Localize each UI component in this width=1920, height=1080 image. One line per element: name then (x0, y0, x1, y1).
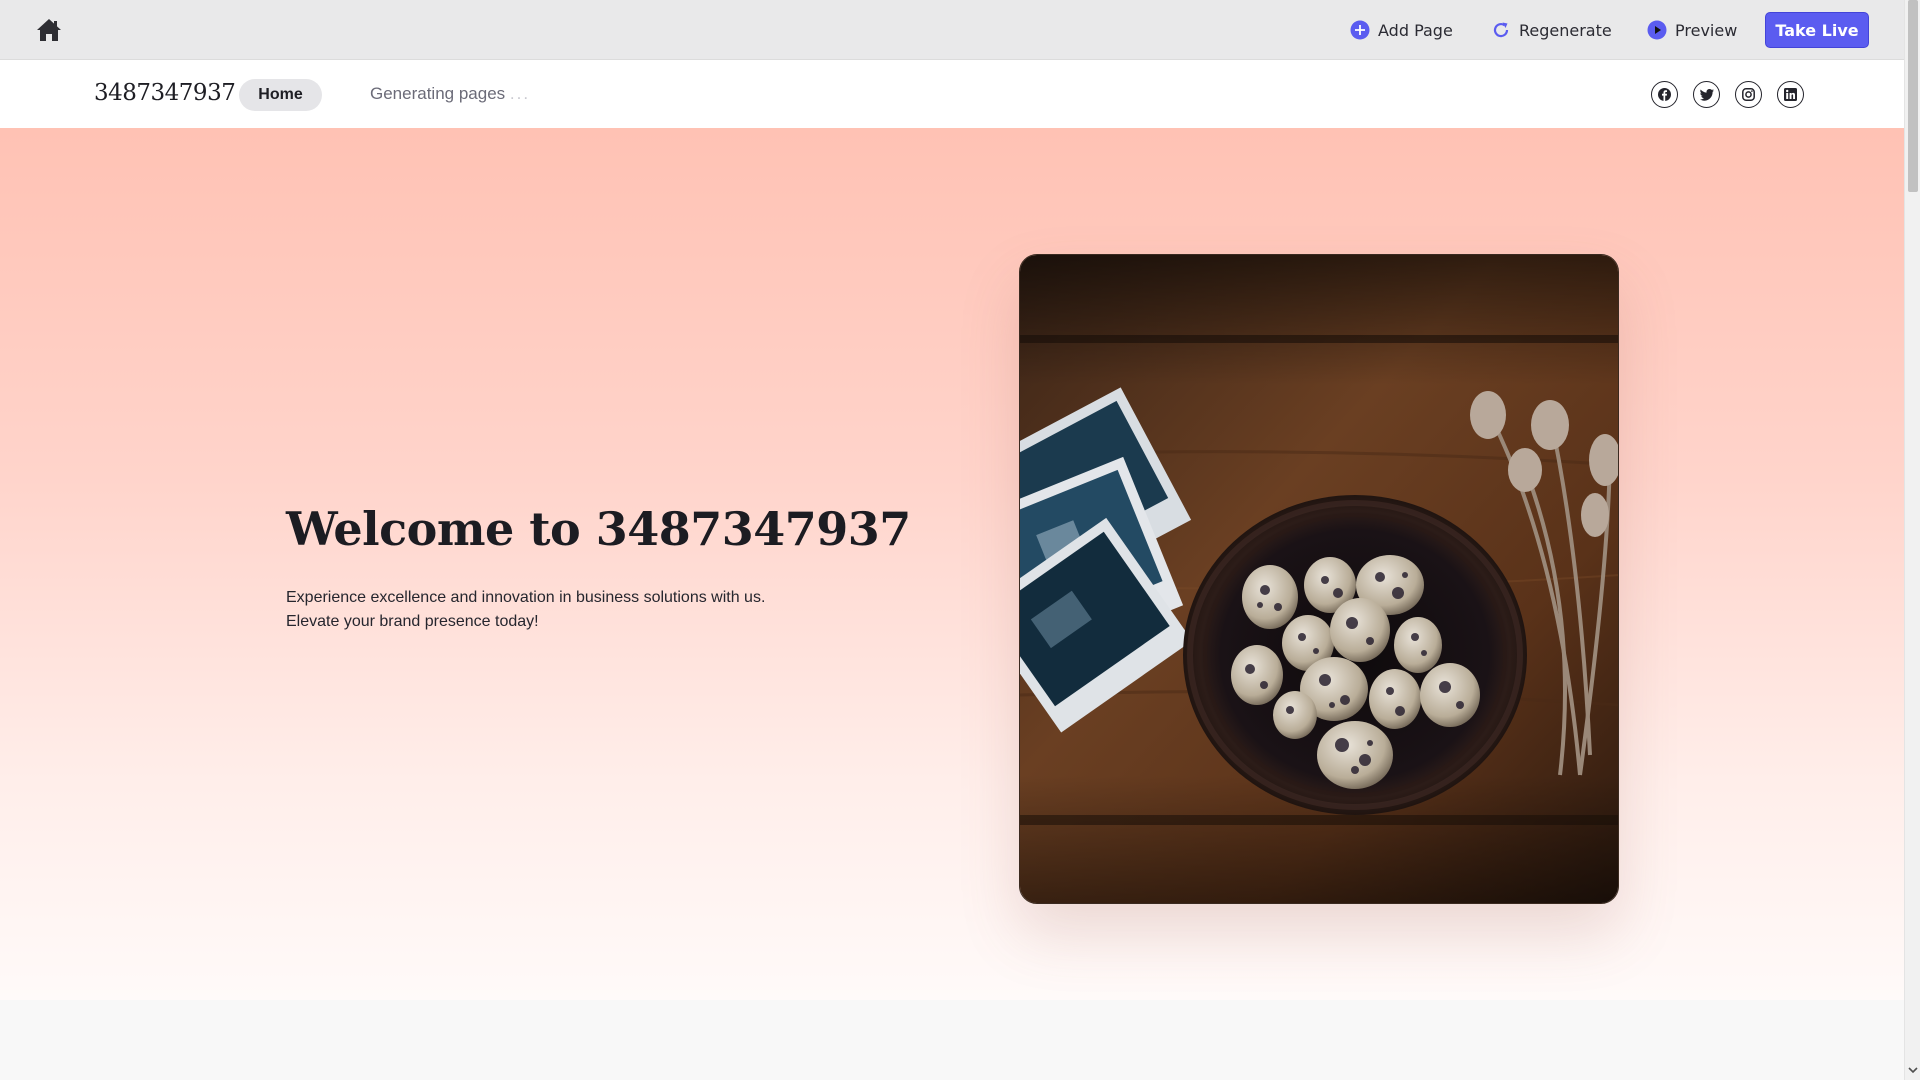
linkedin-icon[interactable] (1777, 81, 1804, 108)
add-page-button[interactable]: Add Page (1350, 18, 1453, 42)
hero-description: Experience excellence and innovation in … (286, 589, 766, 630)
photo-quail-eggs-nest-icon (1020, 255, 1618, 903)
hero-image[interactable] (1019, 254, 1619, 904)
generating-pages-status: Generating pages ... (370, 84, 530, 104)
preview-label: Preview (1675, 20, 1738, 40)
nav-home-link[interactable]: Home (239, 79, 322, 111)
content-section (0, 1000, 1904, 1080)
refresh-icon (1491, 20, 1511, 40)
site-navbar: 3487347937 Home Generating pages ... (0, 60, 1904, 128)
editor-toolbar: Add Page Regenerate Preview Take Live (0, 0, 1904, 60)
preview-button[interactable]: Preview (1647, 18, 1737, 42)
twitter-icon[interactable] (1693, 81, 1720, 108)
add-page-label: Add Page (1378, 20, 1453, 40)
generating-pages-label: Generating pages (370, 84, 506, 103)
regenerate-label: Regenerate (1519, 20, 1612, 40)
facebook-icon[interactable] (1651, 81, 1678, 108)
home-icon[interactable] (36, 18, 62, 42)
regenerate-button[interactable]: Regenerate (1491, 18, 1612, 42)
loading-dots: ... (509, 84, 531, 103)
page-scrollbar[interactable] (1904, 0, 1920, 1080)
scrollbar-thumb[interactable] (1908, 0, 1918, 192)
site-brand[interactable]: 3487347937 (94, 80, 236, 106)
play-circle-icon (1647, 20, 1667, 40)
take-live-button[interactable]: Take Live (1765, 12, 1869, 48)
hero-title: Welcome to 3487347937 (286, 502, 911, 556)
plus-circle-icon (1350, 20, 1370, 40)
scroll-down-arrow-icon[interactable] (1908, 1066, 1918, 1078)
hero-section: Welcome to 3487347937 Experience excelle… (0, 128, 1904, 1000)
instagram-icon[interactable] (1735, 81, 1762, 108)
